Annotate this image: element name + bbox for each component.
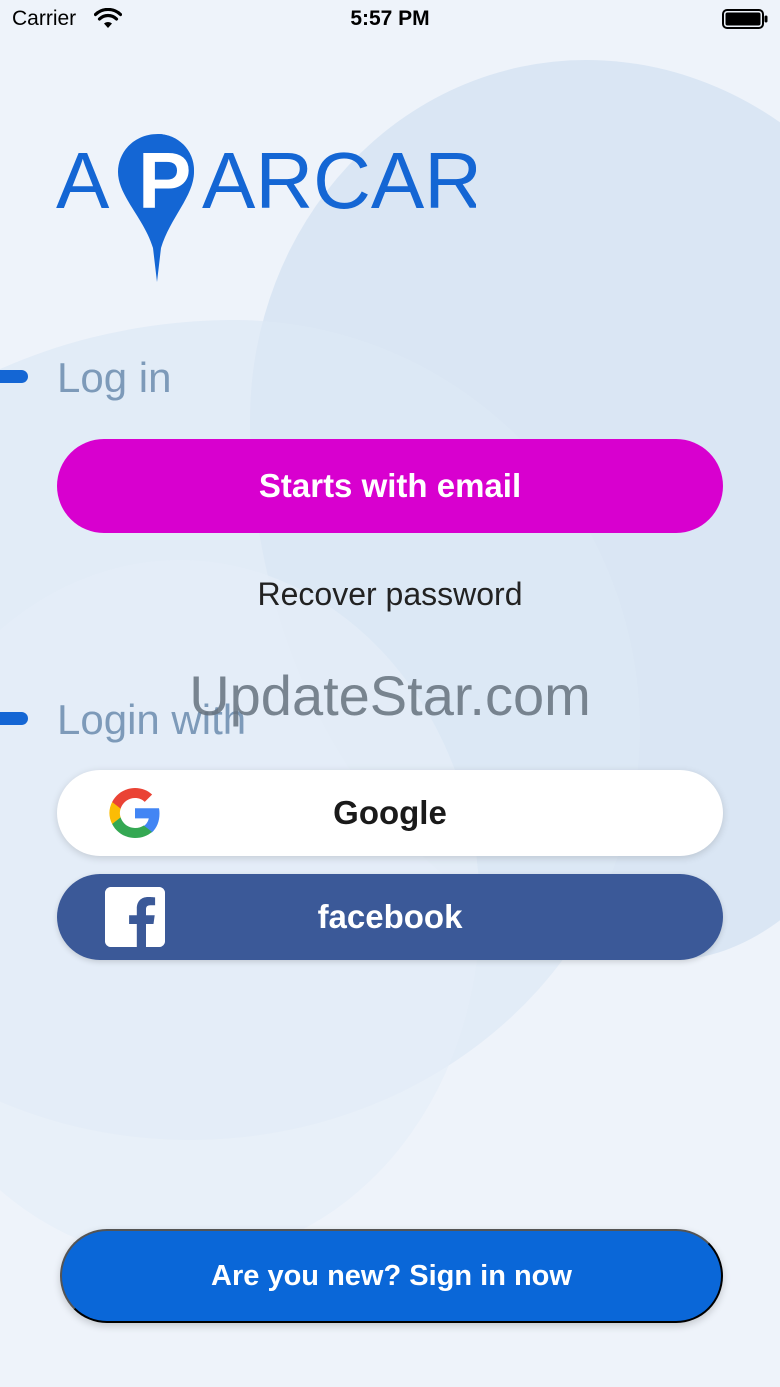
logo-text-start: A — [56, 136, 110, 225]
section-marker — [0, 712, 28, 725]
login-section-title: Log in — [57, 354, 172, 401]
google-button-label: Google — [333, 794, 447, 831]
google-login-button[interactable]: Google — [57, 770, 723, 856]
logo-text-end: ARCAR — [202, 136, 476, 225]
facebook-icon — [105, 887, 165, 947]
facebook-login-button[interactable]: facebook — [57, 874, 723, 960]
start-with-email-button[interactable]: Starts with email — [57, 439, 723, 533]
sign-up-button[interactable]: Are you new? Sign in now — [60, 1229, 723, 1323]
recover-password-link[interactable]: Recover password — [0, 576, 780, 613]
logo-pin-letter: P — [138, 136, 191, 225]
app-logo: A P ARCAR — [56, 130, 476, 290]
social-login-section-title: Login with — [57, 696, 247, 743]
google-icon — [109, 788, 160, 838]
facebook-button-label: facebook — [317, 898, 463, 935]
section-marker — [0, 370, 28, 383]
battery-icon — [722, 9, 768, 29]
status-bar: Carrier 5:57 PM — [0, 0, 780, 40]
status-time: 5:57 PM — [350, 7, 430, 30]
